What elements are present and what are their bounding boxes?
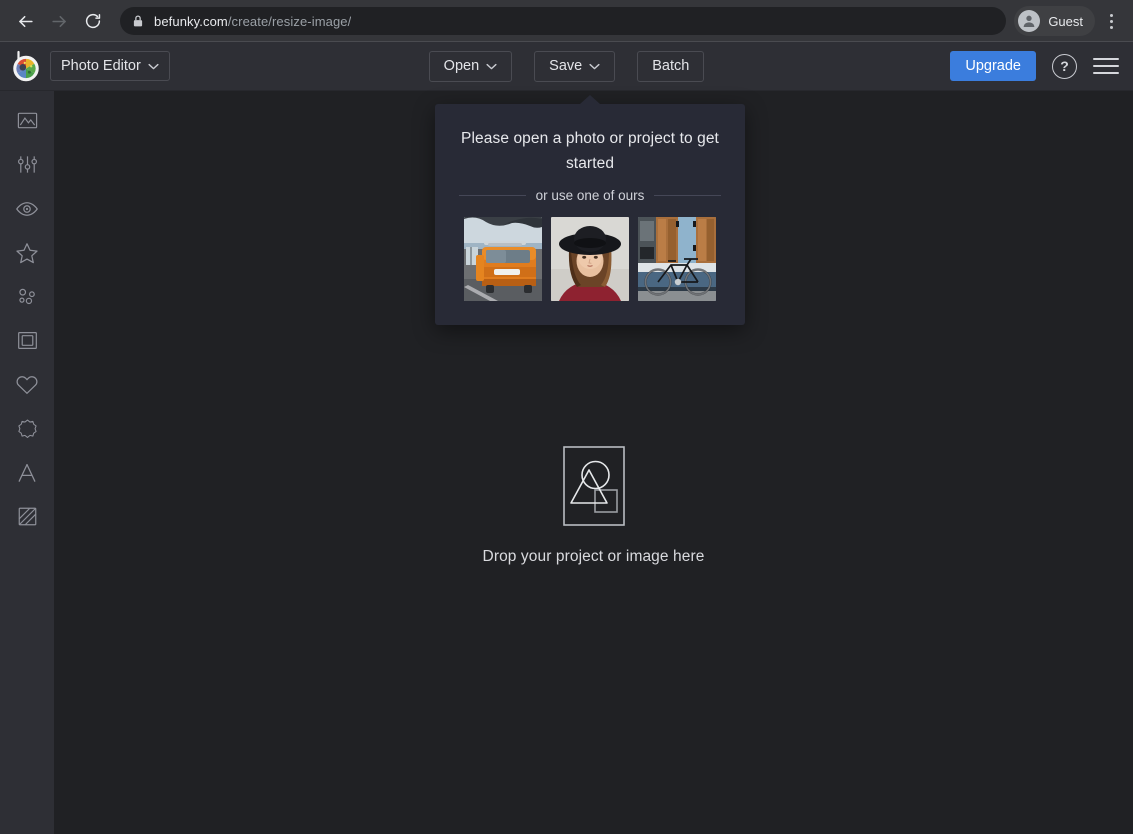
reload-icon [84, 12, 102, 30]
sidebar-item-overlays[interactable] [0, 277, 54, 321]
chevron-down-icon [486, 58, 497, 74]
bar [1093, 58, 1119, 60]
texture-diagonal-icon [16, 505, 39, 533]
browser-chrome: befunky.com/create/resize-image/ Guest [0, 0, 1133, 42]
dot [1109, 25, 1113, 29]
save-button[interactable]: Save [534, 50, 616, 82]
upgrade-button[interactable]: Upgrade [950, 51, 1036, 81]
app-body: Please open a photo or project to get st… [0, 91, 1133, 834]
help-icon[interactable]: ? [1052, 53, 1077, 79]
bar [1093, 72, 1119, 74]
editor-canvas[interactable]: Please open a photo or project to get st… [54, 91, 1133, 834]
chevron-down-icon [589, 58, 600, 74]
profile-chip[interactable]: Guest [1014, 6, 1095, 36]
sidebar-item-artsy[interactable] [0, 233, 54, 277]
sidebar-item-frames[interactable] [0, 321, 54, 365]
lock-icon [132, 14, 144, 28]
hamburger-menu-icon[interactable] [1093, 58, 1119, 74]
url-host: befunky.com [154, 13, 228, 29]
batch-button[interactable]: Batch [637, 50, 705, 82]
dot [1109, 19, 1113, 23]
popup-title: Please open a photo or project to get st… [461, 130, 719, 172]
sample-orange-van[interactable] [464, 217, 542, 301]
open-label: Open [443, 58, 480, 74]
heart-icon [15, 373, 39, 402]
app-switcher-photo-editor[interactable]: Photo Editor [50, 51, 170, 81]
sidebar-item-textures[interactable] [0, 497, 54, 541]
star-icon [15, 241, 39, 270]
forward-arrow-icon [50, 12, 69, 31]
open-photo-popup: Please open a photo or project to get st… [435, 95, 745, 325]
sidebar-item-graphics[interactable] [0, 365, 54, 409]
back-arrow-icon [16, 12, 35, 31]
back-button[interactable] [10, 6, 40, 36]
forward-button[interactable] [44, 6, 74, 36]
help-label: ? [1060, 58, 1069, 74]
divider-rule-left [459, 195, 526, 196]
sample-woman-hat[interactable] [551, 217, 629, 301]
url-path: /create/resize-image/ [227, 13, 352, 29]
sidebar-item-edit[interactable] [0, 101, 54, 145]
dot [1109, 13, 1113, 17]
flower-burst-icon [16, 417, 39, 445]
befunky-color-wheel-logo[interactable] [8, 48, 44, 84]
open-button[interactable]: Open [428, 50, 513, 82]
image-mountain-icon [16, 109, 39, 137]
save-label: Save [549, 58, 583, 74]
popup-divider: or use one of ours [459, 188, 722, 203]
url-text: befunky.com/create/resize-image/ [154, 14, 351, 29]
shapes-in-frame-icon [562, 446, 625, 526]
divider-rule-right [654, 195, 722, 196]
reload-button[interactable] [78, 6, 108, 36]
eye-icon [15, 197, 39, 226]
frame-square-icon [16, 329, 39, 357]
chevron-down-icon [148, 57, 159, 75]
profile-name: Guest [1048, 13, 1083, 29]
left-toolbar [0, 91, 54, 834]
dropzone-text: Drop your project or image here [482, 548, 705, 565]
person-avatar-icon [1018, 10, 1041, 32]
header-right-actions: Upgrade ? [950, 51, 1119, 81]
dropzone[interactable]: Drop your project or image here [54, 446, 1133, 566]
app-header: Photo Editor Open Save Batch Upgrade ? [0, 42, 1133, 91]
bar [1093, 65, 1119, 67]
sidebar-item-effects[interactable] [0, 189, 54, 233]
dots-cluster-icon [16, 285, 39, 313]
sidebar-item-touchup[interactable] [0, 145, 54, 189]
app-switcher-label: Photo Editor [61, 58, 141, 74]
sidebar-item-stickers[interactable] [0, 409, 54, 453]
three-dot-menu-icon[interactable] [1097, 6, 1125, 36]
sample-blue-bicycle[interactable] [638, 217, 716, 301]
sidebar-item-text[interactable] [0, 453, 54, 497]
sample-thumbnails [459, 217, 721, 301]
batch-label: Batch [652, 58, 690, 74]
popup-divider-text: or use one of ours [535, 188, 645, 203]
address-bar[interactable]: befunky.com/create/resize-image/ [120, 7, 1007, 35]
sliders-icon [16, 153, 39, 181]
text-a-icon [15, 461, 39, 490]
